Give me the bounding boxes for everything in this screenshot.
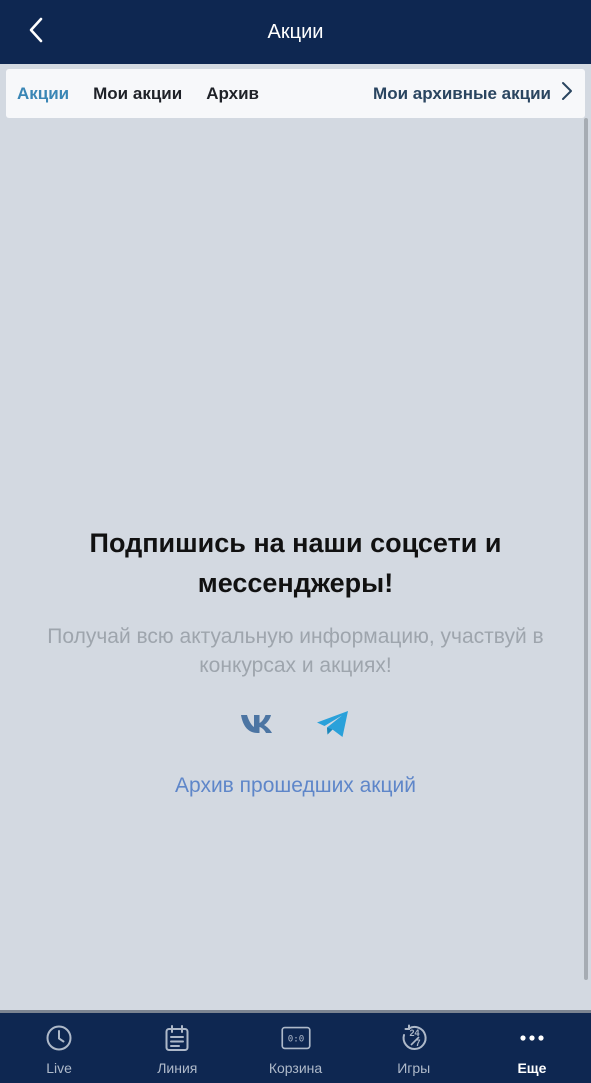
chevron-left-icon (28, 17, 44, 48)
scoreboard-icon: 0:0 (280, 1023, 311, 1053)
nav-label: Live (46, 1060, 72, 1076)
vk-icon[interactable] (237, 708, 281, 740)
nav-label: Игры (397, 1060, 431, 1076)
nav-item-line[interactable]: Линия (118, 1013, 236, 1083)
tab-archive[interactable]: Архив (206, 84, 259, 104)
main-content: Подпишись на наши соцсети и мессенджеры!… (0, 118, 591, 1010)
more-dots-icon (517, 1023, 547, 1053)
bottom-navigation: Live Линия 0:0 Корзина 24 7 Игры Еще (0, 1010, 591, 1083)
back-button[interactable] (18, 14, 54, 50)
top-bar: Акции (0, 0, 591, 64)
svg-text:24: 24 (409, 1028, 419, 1038)
subscribe-headline: Подпишись на наши соцсети и мессенджеры! (89, 528, 502, 598)
nav-item-live[interactable]: Live (0, 1013, 118, 1083)
nav-item-cart[interactable]: 0:0 Корзина (236, 1013, 354, 1083)
scrollbar[interactable] (584, 118, 588, 980)
nav-label: Линия (157, 1060, 198, 1076)
nav-item-more[interactable]: Еще (473, 1013, 591, 1083)
telegram-icon[interactable] (311, 708, 355, 740)
nav-item-games[interactable]: 24 7 Игры (355, 1013, 473, 1083)
subscribe-subtitle: Получай всю актуальную информацию, участ… (47, 625, 544, 677)
page-title: Акции (267, 20, 324, 43)
calendar-icon (162, 1023, 192, 1053)
nav-label: Еще (517, 1060, 547, 1076)
social-links (0, 708, 591, 740)
my-archived-promotions-label: Мои архивные акции (373, 83, 551, 103)
svg-text:7: 7 (415, 1038, 420, 1048)
svg-text:0:0: 0:0 (287, 1034, 304, 1045)
games-24-7-icon: 24 7 (399, 1023, 429, 1053)
nav-label: Корзина (268, 1060, 323, 1076)
past-promotions-archive-link[interactable]: Архив прошедших акций (0, 774, 591, 798)
tab-my-promotions[interactable]: Мои акции (93, 84, 182, 104)
tab-promotions[interactable]: Акции (17, 84, 69, 104)
my-archived-promotions-link[interactable]: Мои архивные акции (373, 81, 573, 106)
clock-icon (44, 1023, 74, 1053)
tab-bar: Акции Мои акции Архив Мои архивные акции (6, 69, 585, 118)
chevron-right-icon (561, 81, 573, 106)
